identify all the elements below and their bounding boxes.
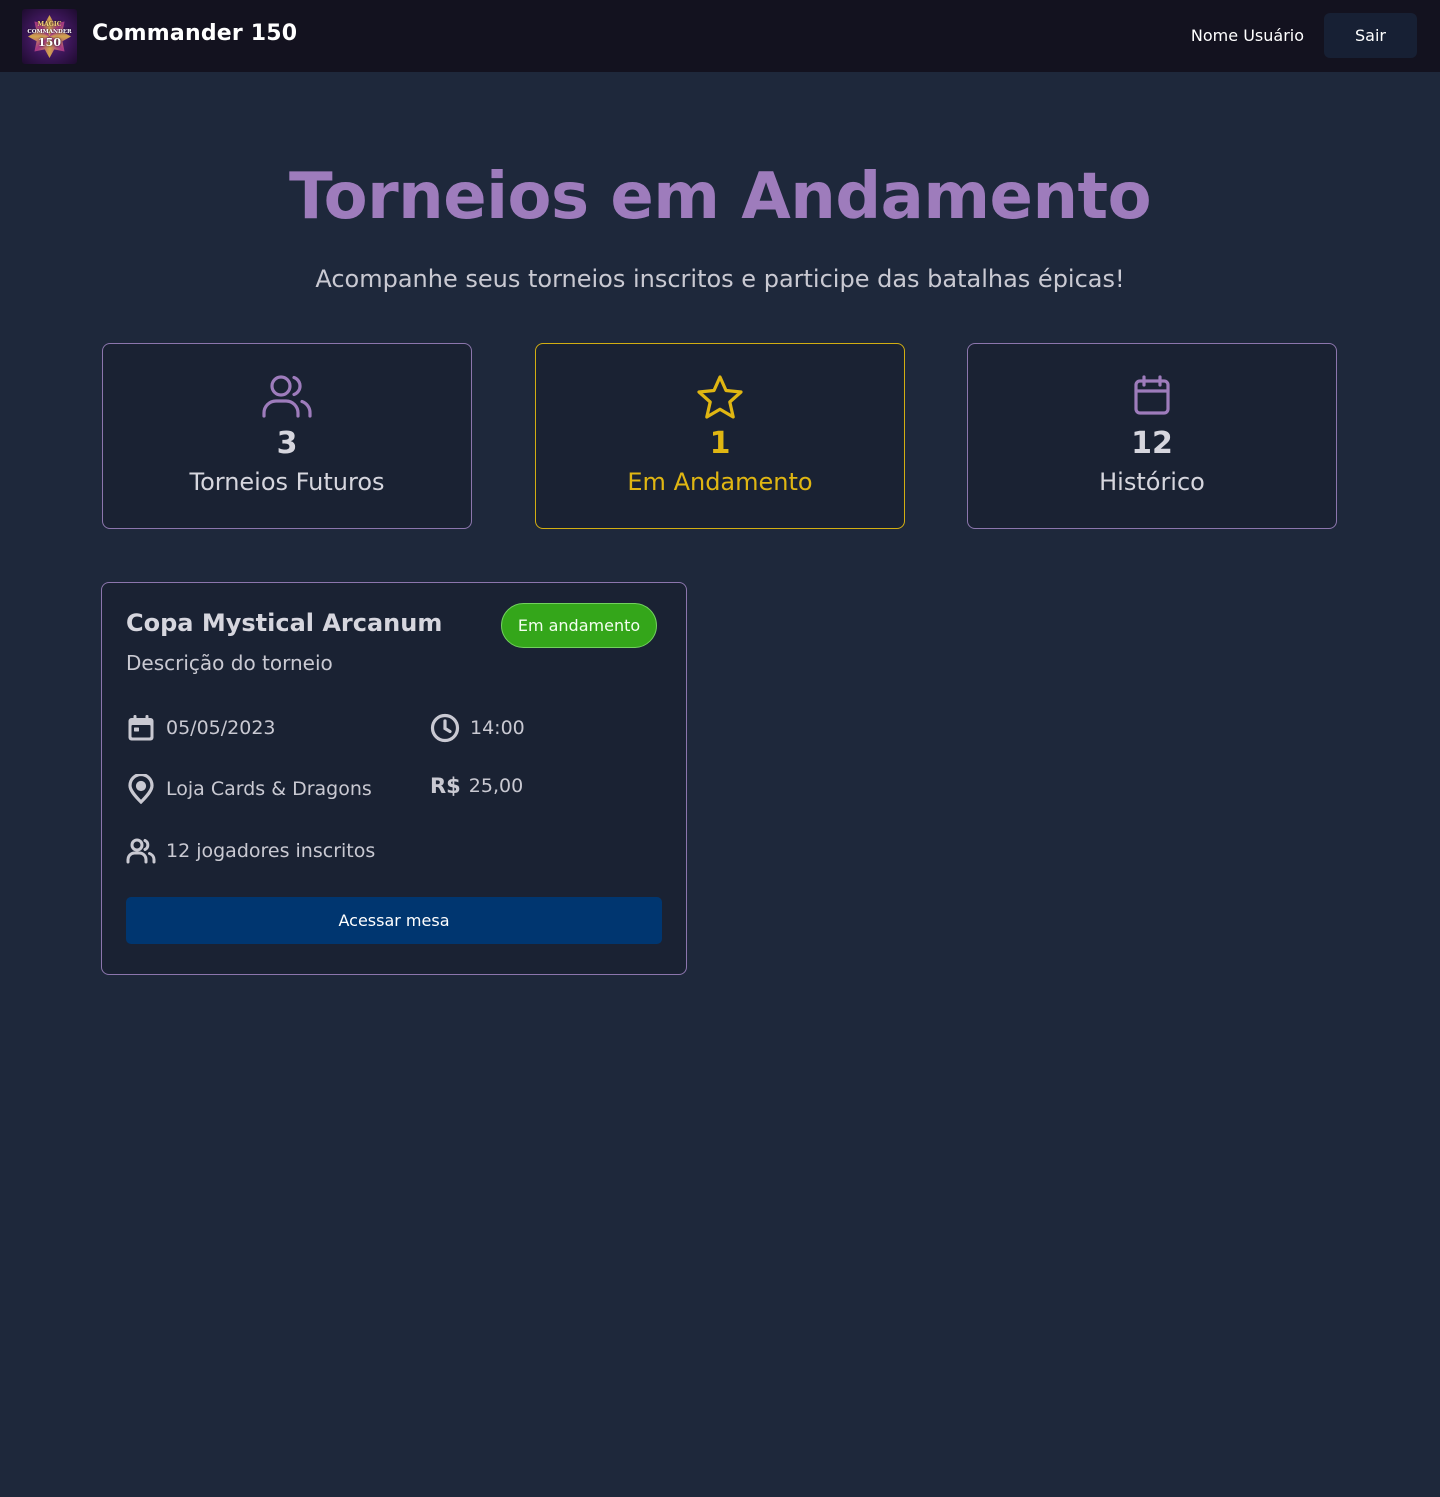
logo-text-line2: COMMANDER: [27, 29, 72, 35]
price-value: 25,00: [468, 775, 524, 797]
star-icon: [536, 374, 904, 420]
status-badge: Em andamento: [501, 603, 657, 648]
clock-icon: [430, 713, 460, 743]
date-value: 05/05/2023: [166, 717, 276, 739]
tournament-name: Copa Mystical Arcanum: [126, 609, 443, 637]
users-icon: [103, 374, 471, 420]
tournament-price: R$ 25,00: [430, 774, 523, 798]
page-title: Torneios em Andamento: [288, 160, 1152, 234]
tournament-time: 14:00: [430, 713, 525, 743]
user-name-link[interactable]: Nome Usuário: [1191, 26, 1304, 45]
logo-text-line1: MAGIC: [37, 21, 62, 28]
stat-card-ongoing[interactable]: 1 Em Andamento: [535, 343, 905, 529]
access-table-button[interactable]: Acessar mesa: [126, 897, 662, 944]
stat-label: Em Andamento: [627, 468, 813, 496]
players-value: 12 jogadores inscritos: [166, 840, 376, 862]
stat-card-history[interactable]: 12 Histórico: [967, 343, 1337, 529]
currency-icon: R$: [430, 774, 461, 798]
location-value: Loja Cards & Dragons: [166, 778, 372, 800]
tournament-description: Descrição do torneio: [126, 651, 333, 675]
top-navbar: MAGIC COMMANDER 150 Commander 150 Nome U…: [0, 0, 1440, 72]
stat-label: Histórico: [1099, 468, 1205, 496]
tournament-location: Loja Cards & Dragons: [126, 774, 372, 804]
stat-card-future[interactable]: 3 Torneios Futuros: [102, 343, 472, 529]
stat-label: Torneios Futuros: [189, 468, 385, 496]
page-subtitle: Acompanhe seus torneios inscritos e part…: [315, 265, 1125, 293]
users-icon: [126, 836, 156, 866]
logo-text-line3: 150: [38, 36, 61, 49]
tournament-card: Copa Mystical Arcanum Em andamento Descr…: [101, 582, 687, 975]
calendar-icon: [968, 374, 1336, 416]
tournament-date: 05/05/2023: [126, 713, 276, 743]
stat-value: 12: [1131, 426, 1173, 461]
calendar-icon: [126, 713, 156, 743]
logout-button[interactable]: Sair: [1324, 13, 1417, 58]
time-value: 14:00: [470, 717, 525, 739]
location-pin-icon: [126, 774, 156, 804]
tournament-players: 12 jogadores inscritos: [126, 836, 375, 866]
brand-title[interactable]: Commander 150: [92, 21, 297, 46]
stat-value: 1: [709, 426, 731, 461]
stat-value: 3: [276, 426, 298, 461]
commander-logo[interactable]: MAGIC COMMANDER 150: [22, 9, 77, 64]
